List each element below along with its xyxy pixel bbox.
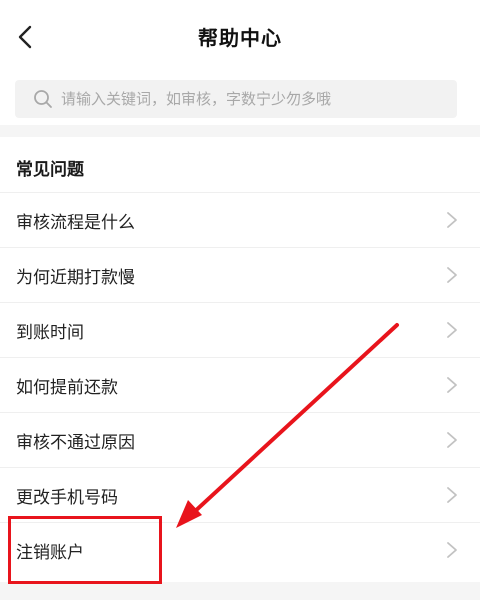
chevron-right-icon (447, 542, 457, 558)
chevron-right-icon (447, 432, 457, 448)
header: 帮助中心 (0, 0, 480, 72)
highlight-box-annotation (8, 516, 162, 584)
faq-item-label: 审核不通过原因 (16, 432, 135, 453)
faq-item-label: 到账时间 (16, 322, 84, 343)
faq-item-label: 如何提前还款 (16, 377, 118, 398)
help-center-page: 帮助中心 常见问题 审核流程是什么 为何近期打款慢 到账时间 (0, 0, 480, 600)
faq-item-review-rejected[interactable]: 审核不通过原因 (0, 412, 480, 467)
chevron-right-icon (447, 322, 457, 338)
faq-item-change-phone[interactable]: 更改手机号码 (0, 467, 480, 522)
faq-item-label: 为何近期打款慢 (16, 267, 135, 288)
section-title-faq: 常见问题 (16, 160, 84, 180)
faq-item-slow-payout[interactable]: 为何近期打款慢 (0, 247, 480, 302)
faq-item-label: 审核流程是什么 (16, 212, 135, 233)
search-bar[interactable] (15, 80, 457, 118)
faq-item-label: 更改手机号码 (16, 487, 118, 508)
chevron-right-icon (447, 377, 457, 393)
faq-item-early-repayment[interactable]: 如何提前还款 (0, 357, 480, 412)
search-icon (33, 89, 53, 109)
search-input[interactable] (59, 89, 443, 109)
section-divider (0, 125, 480, 137)
chevron-right-icon (447, 212, 457, 228)
page-title: 帮助中心 (198, 26, 282, 50)
faq-item-arrival-time[interactable]: 到账时间 (0, 302, 480, 357)
chevron-right-icon (447, 267, 457, 283)
chevron-right-icon (447, 487, 457, 503)
faq-item-review-process[interactable]: 审核流程是什么 (0, 192, 480, 247)
bottom-divider (0, 582, 480, 600)
